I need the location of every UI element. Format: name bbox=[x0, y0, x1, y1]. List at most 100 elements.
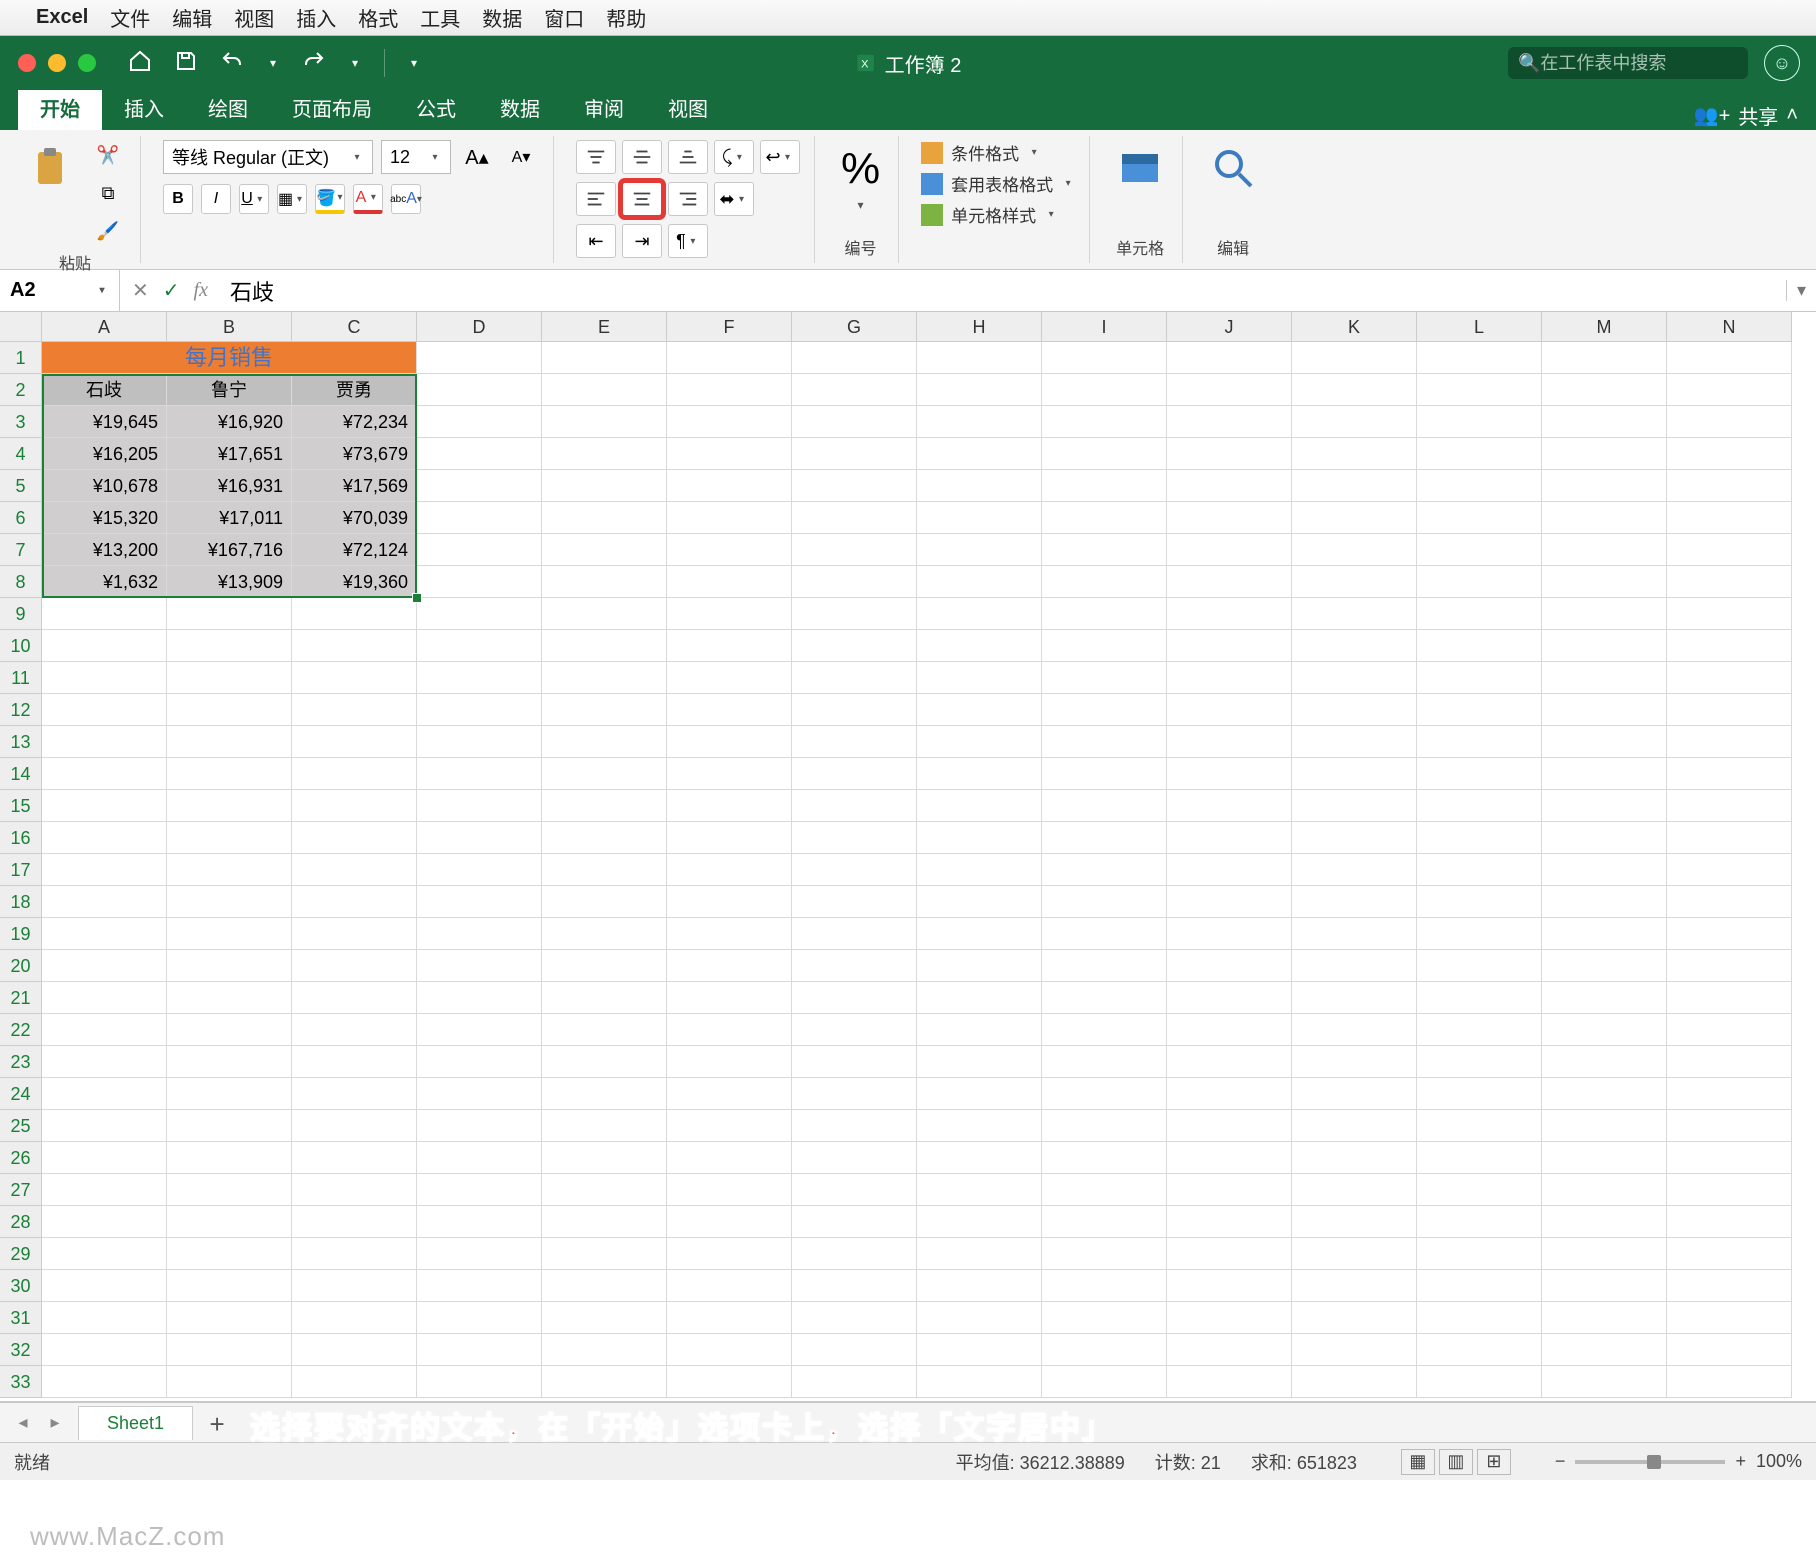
cell[interactable] bbox=[1542, 1110, 1667, 1142]
fill-handle[interactable] bbox=[412, 593, 422, 603]
cell[interactable] bbox=[417, 662, 542, 694]
cell[interactable]: ¥167,716 bbox=[167, 534, 292, 566]
cell[interactable] bbox=[917, 822, 1042, 854]
tab-review[interactable]: 审阅 bbox=[562, 85, 646, 130]
cell[interactable] bbox=[1667, 790, 1792, 822]
cell[interactable]: ¥13,200 bbox=[42, 534, 167, 566]
cell[interactable] bbox=[1167, 342, 1292, 374]
col-header[interactable]: C bbox=[292, 312, 417, 342]
cell[interactable] bbox=[1042, 758, 1167, 790]
cell[interactable] bbox=[1167, 982, 1292, 1014]
search-box[interactable]: 🔍 bbox=[1508, 47, 1748, 79]
view-normal-button[interactable]: ▦ bbox=[1401, 1449, 1435, 1475]
cell[interactable] bbox=[1542, 1142, 1667, 1174]
cell[interactable] bbox=[1292, 1366, 1417, 1398]
cell[interactable] bbox=[167, 982, 292, 1014]
cell[interactable] bbox=[167, 598, 292, 630]
cell[interactable] bbox=[1542, 374, 1667, 406]
cell[interactable] bbox=[1667, 982, 1792, 1014]
cell[interactable] bbox=[1042, 790, 1167, 822]
cell[interactable] bbox=[1292, 470, 1417, 502]
search-input[interactable] bbox=[1540, 53, 1772, 74]
cell[interactable]: 贾勇 bbox=[292, 374, 417, 406]
cell[interactable] bbox=[667, 630, 792, 662]
cell[interactable] bbox=[167, 1270, 292, 1302]
cell[interactable] bbox=[167, 630, 292, 662]
cell[interactable] bbox=[1417, 854, 1542, 886]
cell[interactable] bbox=[1167, 1302, 1292, 1334]
row-header[interactable]: 33 bbox=[0, 1366, 42, 1398]
cell[interactable] bbox=[1167, 1046, 1292, 1078]
cell[interactable] bbox=[542, 374, 667, 406]
cell[interactable] bbox=[167, 854, 292, 886]
cell[interactable] bbox=[1167, 1270, 1292, 1302]
cell[interactable] bbox=[1292, 662, 1417, 694]
cell[interactable] bbox=[1417, 1174, 1542, 1206]
cell[interactable] bbox=[1542, 790, 1667, 822]
cell[interactable] bbox=[1292, 502, 1417, 534]
cell[interactable] bbox=[542, 1334, 667, 1366]
cell[interactable] bbox=[542, 1078, 667, 1110]
cell[interactable] bbox=[1292, 630, 1417, 662]
tab-formulas[interactable]: 公式 bbox=[394, 85, 478, 130]
cell[interactable] bbox=[792, 598, 917, 630]
cell[interactable] bbox=[1417, 598, 1542, 630]
cell[interactable] bbox=[1417, 950, 1542, 982]
cell[interactable] bbox=[1292, 1174, 1417, 1206]
cell[interactable] bbox=[167, 1046, 292, 1078]
cell[interactable] bbox=[1042, 1302, 1167, 1334]
cell[interactable] bbox=[917, 790, 1042, 822]
cell[interactable] bbox=[1542, 1334, 1667, 1366]
cell[interactable] bbox=[1417, 630, 1542, 662]
cell[interactable] bbox=[542, 598, 667, 630]
cell[interactable] bbox=[1167, 406, 1292, 438]
cell[interactable] bbox=[292, 1302, 417, 1334]
cell[interactable] bbox=[667, 1078, 792, 1110]
cell[interactable] bbox=[917, 534, 1042, 566]
cell[interactable] bbox=[292, 790, 417, 822]
cell[interactable] bbox=[1542, 1302, 1667, 1334]
increase-indent-button[interactable]: ⇥ bbox=[622, 224, 662, 258]
cell[interactable] bbox=[1292, 406, 1417, 438]
cell[interactable] bbox=[292, 1270, 417, 1302]
cell[interactable] bbox=[667, 790, 792, 822]
cell[interactable] bbox=[792, 662, 917, 694]
cell[interactable] bbox=[1042, 854, 1167, 886]
cell[interactable] bbox=[542, 726, 667, 758]
cell[interactable] bbox=[292, 630, 417, 662]
cell[interactable] bbox=[1042, 438, 1167, 470]
cell[interactable] bbox=[1667, 630, 1792, 662]
cell[interactable] bbox=[1167, 598, 1292, 630]
cell[interactable] bbox=[1167, 886, 1292, 918]
row-header[interactable]: 27 bbox=[0, 1174, 42, 1206]
cell[interactable] bbox=[542, 406, 667, 438]
cell[interactable] bbox=[542, 1270, 667, 1302]
add-sheet-button[interactable]: + bbox=[203, 1409, 231, 1437]
cell[interactable] bbox=[1292, 918, 1417, 950]
cell[interactable] bbox=[417, 1046, 542, 1078]
font-color-button[interactable]: A▾ bbox=[353, 184, 383, 214]
cell[interactable] bbox=[1667, 1014, 1792, 1046]
cell[interactable] bbox=[1667, 1366, 1792, 1398]
cell[interactable] bbox=[167, 1238, 292, 1270]
cell[interactable] bbox=[667, 1110, 792, 1142]
cell[interactable] bbox=[292, 1142, 417, 1174]
row-header[interactable]: 28 bbox=[0, 1206, 42, 1238]
cell[interactable] bbox=[417, 534, 542, 566]
row-header[interactable]: 31 bbox=[0, 1302, 42, 1334]
cell[interactable] bbox=[417, 1206, 542, 1238]
cell[interactable] bbox=[1667, 1206, 1792, 1238]
cell[interactable] bbox=[792, 1334, 917, 1366]
cell[interactable] bbox=[1542, 598, 1667, 630]
cancel-icon[interactable]: ✕ bbox=[132, 278, 149, 303]
cell[interactable]: ¥16,920 bbox=[167, 406, 292, 438]
cell[interactable] bbox=[1417, 1142, 1542, 1174]
cell[interactable] bbox=[1292, 822, 1417, 854]
cell[interactable] bbox=[42, 1270, 167, 1302]
cell[interactable] bbox=[42, 790, 167, 822]
decrease-indent-button[interactable]: ⇤ bbox=[576, 224, 616, 258]
cell[interactable] bbox=[1042, 630, 1167, 662]
cell[interactable] bbox=[917, 630, 1042, 662]
row-header[interactable]: 8 bbox=[0, 566, 42, 598]
cell[interactable] bbox=[667, 406, 792, 438]
